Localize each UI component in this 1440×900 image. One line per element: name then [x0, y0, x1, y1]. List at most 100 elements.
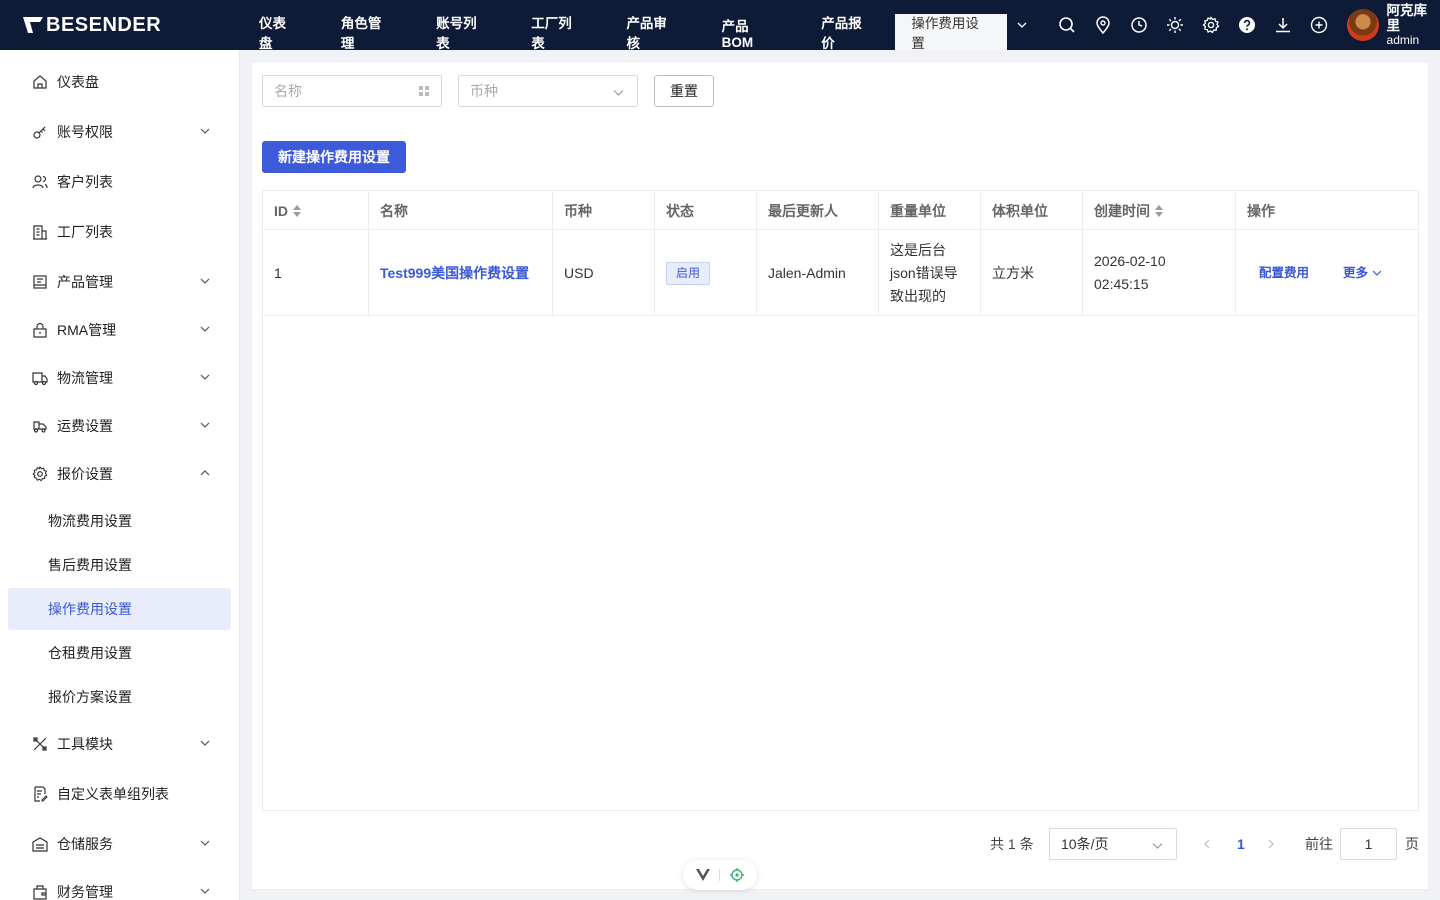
next-page-button[interactable] — [1266, 828, 1276, 860]
chevron-up-icon — [200, 470, 210, 476]
tabs-more-button[interactable] — [1007, 0, 1037, 50]
sidebar-item-factory-list[interactable]: 工厂列表 — [0, 212, 239, 252]
chevron-down-icon — [200, 128, 210, 134]
pagination-total: 共 1 条 — [990, 836, 1034, 852]
cell-weight-unit: 这是后台 json错误导 致出现的 — [879, 230, 981, 316]
user-name: 阿克库里 — [1386, 2, 1428, 33]
sidebar-item-label: 物流管理 — [57, 370, 113, 386]
sidebar-item-rma-management[interactable]: RMA管理 — [0, 310, 239, 350]
chevron-down-icon — [200, 422, 210, 428]
download-button[interactable] — [1265, 0, 1301, 50]
sidebar-item-quote-settings[interactable]: 报价设置 — [0, 454, 239, 494]
tab-product-bom[interactable]: 产品BOM — [701, 14, 801, 50]
help-button[interactable] — [1229, 0, 1265, 50]
vue-logo-icon[interactable] — [695, 869, 710, 881]
sidebar-item-customer-list[interactable]: 客户列表 — [0, 162, 239, 202]
user-role: admin — [1386, 32, 1420, 47]
sidebar-item-label: 仓储服务 — [57, 836, 113, 852]
column-header-currency: 币种 — [553, 191, 655, 230]
name-filter-input[interactable]: 名称 — [262, 75, 442, 107]
users-icon — [32, 175, 48, 189]
reset-button[interactable]: 重置 — [654, 75, 714, 107]
page-suffix: 页 — [1405, 836, 1419, 852]
configure-fee-link[interactable]: 配置费用 — [1259, 262, 1309, 285]
chevron-down-icon — [1017, 22, 1027, 28]
more-actions-dropdown[interactable]: 更多 — [1343, 262, 1382, 285]
tools-icon — [33, 737, 47, 751]
goto-page-input[interactable]: 1 — [1340, 828, 1397, 860]
sidebar-item-label: 产品管理 — [57, 274, 113, 290]
cell-name: Test999美国操作费设置 — [369, 230, 553, 316]
cell-volume-unit: 立方米 — [981, 230, 1083, 316]
target-icon[interactable] — [730, 868, 745, 882]
column-header-created-time[interactable]: 创建时间 — [1083, 191, 1236, 230]
sidebar-item-product-management[interactable]: 产品管理 — [0, 262, 239, 302]
column-header-updated-by: 最后更新人 — [757, 191, 879, 230]
warehouse-icon — [32, 837, 48, 852]
page-number[interactable]: 1 — [1237, 828, 1245, 860]
chevron-down-icon — [200, 278, 210, 284]
column-header-id[interactable]: ID — [263, 191, 369, 230]
floating-devtools-widget[interactable] — [683, 860, 757, 890]
top-nav: 仪表盘 角色管理 账号列表 工厂列表 产品审核 产品BOM 产品报价 操作费用设… — [238, 0, 1008, 51]
history-button[interactable] — [1121, 0, 1157, 50]
location-icon — [1096, 16, 1110, 34]
cell-updated-by: Jalen-Admin — [757, 230, 879, 316]
sidebar-subitem-logistics-fee[interactable]: 物流费用设置 — [8, 500, 231, 542]
row-name-link[interactable]: Test999美国操作费设置 — [380, 262, 529, 285]
chevron-down-icon — [200, 888, 210, 894]
chevron-down-icon — [200, 740, 210, 746]
cell-id: 1 — [263, 230, 369, 316]
sidebar-item-account-permissions[interactable]: 账号权限 — [0, 112, 239, 152]
sidebar-item-dashboard[interactable]: 仪表盘 — [0, 62, 239, 102]
logo-mark-icon — [23, 17, 43, 33]
avatar[interactable] — [1346, 9, 1379, 41]
sidebar-subitem-storage-fee[interactable]: 仓租费用设置 — [8, 632, 231, 674]
sidebar-item-finance-management[interactable]: 财务管理 — [0, 872, 239, 900]
tab-dashboard[interactable]: 仪表盘 — [238, 14, 320, 51]
sidebar-item-logistics-management[interactable]: 物流管理 — [0, 358, 239, 398]
cell-created-time: 2026-02-10 02:45:15 — [1083, 230, 1236, 316]
tab-operation-fee-settings[interactable]: 操作费用设置 — [895, 14, 1008, 51]
sidebar-item-label: 报价设置 — [57, 466, 113, 482]
cell-actions: 配置费用 更多 — [1236, 230, 1418, 316]
prev-page-button[interactable] — [1202, 828, 1212, 860]
location-button[interactable] — [1085, 0, 1121, 50]
sidebar-item-label: 自定义表单组列表 — [57, 786, 169, 802]
sidebar-item-label: 工具模块 — [57, 736, 113, 752]
page-size-select[interactable]: 10条/页 — [1049, 828, 1177, 860]
name-filter-placeholder: 名称 — [274, 83, 302, 99]
theme-toggle-button[interactable] — [1157, 0, 1193, 50]
sidebar-item-tools[interactable]: 工具模块 — [0, 724, 239, 764]
new-operation-fee-button[interactable]: 新建操作费用设置 — [262, 141, 406, 173]
add-button[interactable] — [1301, 0, 1337, 50]
settings-button[interactable] — [1193, 0, 1229, 50]
tab-account-list[interactable]: 账号列表 — [415, 14, 510, 51]
truck-icon — [32, 372, 48, 386]
main-panel: 名称 币种 重置 新建操作费用设置 ID 名称 币种 状态 最后更新人 重量单位… — [251, 61, 1429, 890]
sidebar-item-label: 仪表盘 — [57, 74, 99, 90]
column-header-status: 状态 — [655, 191, 757, 230]
tab-role-management[interactable]: 角色管理 — [320, 14, 415, 51]
sort-icon[interactable] — [1155, 204, 1163, 217]
search-icon — [1059, 17, 1075, 33]
table-header: ID 名称 币种 状态 最后更新人 重量单位 体积单位 创建时间 操作 — [263, 191, 1418, 230]
help-icon — [1238, 17, 1255, 33]
tab-product-review[interactable]: 产品审核 — [605, 14, 700, 51]
sidebar-item-custom-form-groups[interactable]: 自定义表单组列表 — [0, 774, 239, 814]
chevron-down-icon — [200, 374, 210, 380]
brand-logo[interactable]: BESENDER — [0, 0, 238, 50]
sidebar-subitem-after-sales-fee[interactable]: 售后费用设置 — [8, 544, 231, 586]
sidebar-item-freight-settings[interactable]: 运费设置 — [0, 406, 239, 446]
sidebar-item-warehouse-service[interactable]: 仓储服务 — [0, 824, 239, 864]
grid-icon — [419, 86, 429, 96]
sort-icon[interactable] — [293, 204, 301, 217]
currency-select[interactable]: 币种 — [458, 75, 638, 107]
user-menu[interactable]: 阿克库里 admin — [1346, 2, 1440, 48]
search-button[interactable] — [1049, 0, 1085, 50]
home-icon — [33, 75, 47, 89]
sidebar-subitem-operation-fee[interactable]: 操作费用设置 — [8, 588, 231, 630]
tab-factory-list[interactable]: 工厂列表 — [510, 14, 605, 51]
tab-product-quote[interactable]: 产品报价 — [800, 14, 895, 51]
sidebar-subitem-quote-plan[interactable]: 报价方案设置 — [8, 676, 231, 718]
